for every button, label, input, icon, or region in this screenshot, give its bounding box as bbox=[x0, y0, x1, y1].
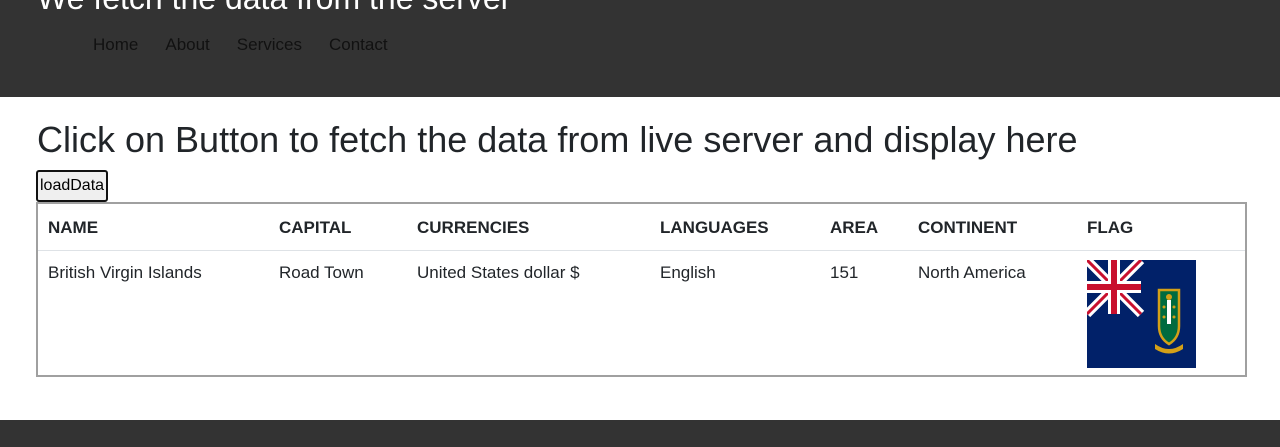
column-header-currencies: CURRENCIES bbox=[417, 203, 660, 251]
cell-capital: Road Town bbox=[279, 263, 364, 282]
cell-area: 151 bbox=[830, 263, 859, 282]
british-virgin-islands-flag-icon bbox=[1087, 260, 1196, 368]
cell-continent: North America bbox=[918, 263, 1026, 282]
site-footer bbox=[0, 420, 1280, 447]
load-data-button[interactable]: loadData bbox=[36, 170, 109, 202]
nav-link-services[interactable]: Services bbox=[237, 35, 302, 55]
site-header: We fetch the data from the server Home A… bbox=[0, 0, 1280, 97]
nav-link-contact[interactable]: Contact bbox=[329, 35, 388, 55]
column-header-languages: LANGUAGES bbox=[660, 203, 830, 251]
column-header-capital: CAPITAL bbox=[279, 203, 417, 251]
countries-table: NAME CAPITAL CURRENCIES LANGUAGES AREA C… bbox=[36, 202, 1247, 377]
page-heading: Click on Button to fetch the data from l… bbox=[37, 119, 1078, 160]
column-header-flag: FLAG bbox=[1087, 203, 1246, 251]
nav-link-about[interactable]: About bbox=[165, 35, 209, 55]
cell-languages: English bbox=[660, 263, 716, 282]
table-header-row: NAME CAPITAL CURRENCIES LANGUAGES AREA C… bbox=[37, 203, 1246, 251]
cell-name: British Virgin Islands bbox=[48, 263, 202, 282]
table-row: British Virgin Islands Road Town United … bbox=[37, 251, 1246, 377]
cell-flag bbox=[1087, 251, 1246, 377]
nav-link-home[interactable]: Home bbox=[93, 35, 138, 55]
column-header-area: AREA bbox=[830, 203, 918, 251]
column-header-name: NAME bbox=[37, 203, 279, 251]
cell-currencies: United States dollar $ bbox=[417, 263, 580, 282]
site-title: We fetch the data from the server bbox=[37, 0, 511, 18]
main-nav: Home About Services Contact bbox=[93, 35, 415, 55]
column-header-continent: CONTINENT bbox=[918, 203, 1087, 251]
